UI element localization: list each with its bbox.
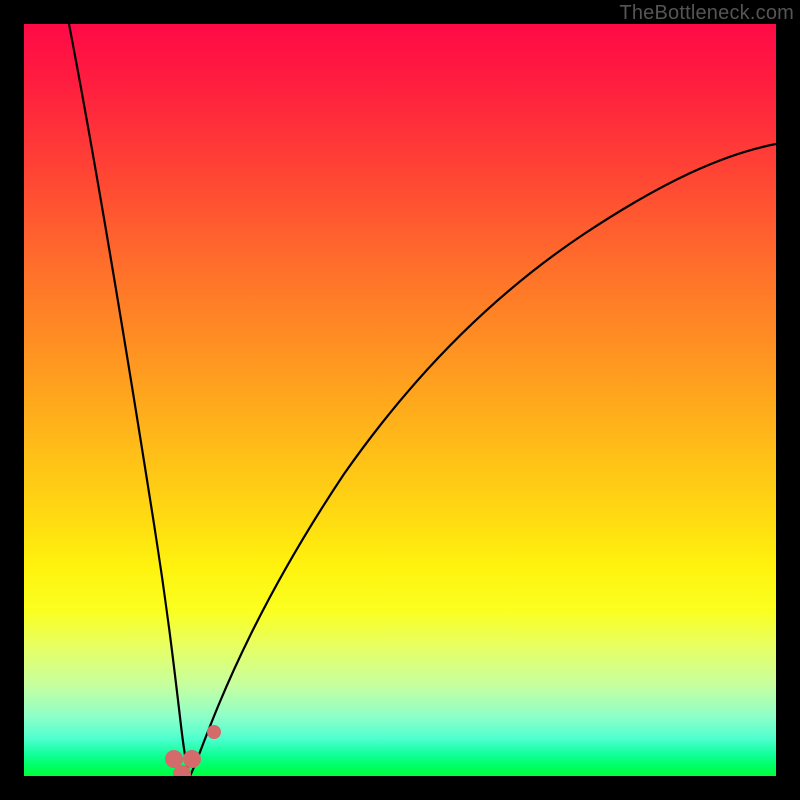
plot-frame [24, 24, 776, 776]
upper-right-marker [207, 725, 221, 739]
marker-layer [24, 24, 776, 776]
bottom-right-marker [183, 750, 201, 768]
watermark-text: TheBottleneck.com [619, 2, 794, 25]
